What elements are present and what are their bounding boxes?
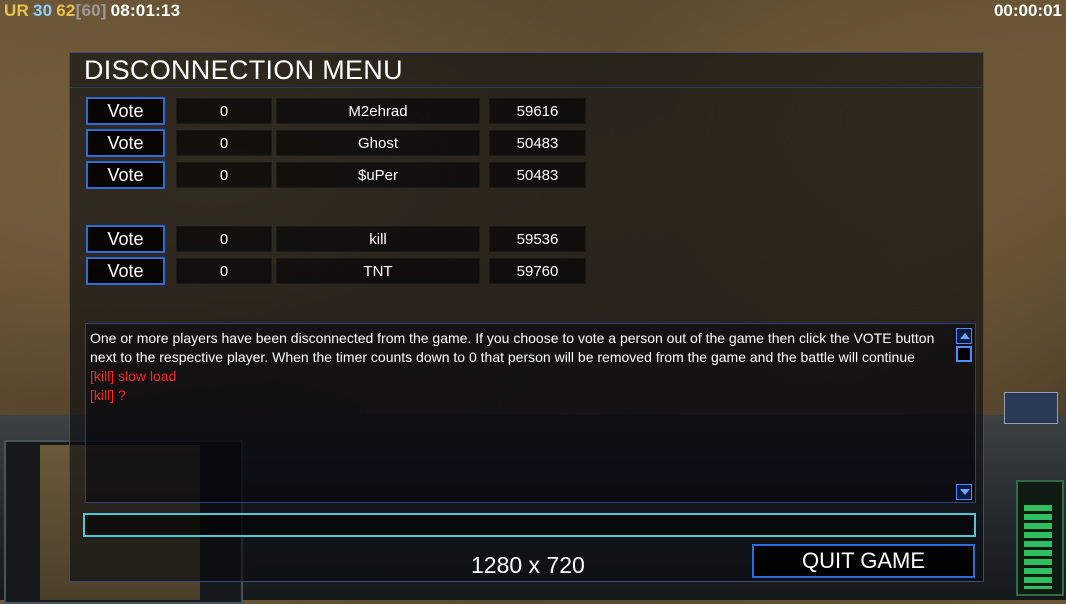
player-name: $uPer (276, 162, 480, 188)
hud-stats: UR 30 62[60] 08:01:13 (4, 1, 184, 21)
player-name: M2ehrad (276, 98, 480, 124)
disconnection-dialog: DISCONNECTION MENU Vote 0 M2ehrad 59616 … (69, 52, 984, 582)
scroll-thumb[interactable] (956, 346, 972, 362)
player-timer: 59760 (489, 258, 586, 284)
resolution-label: 1280 x 720 (471, 552, 585, 578)
player-timer: 50483 (489, 162, 586, 188)
chat-text: One or more players have been disconnect… (90, 329, 952, 405)
vote-button[interactable]: Vote (86, 129, 165, 157)
player-timer: 59616 (489, 98, 586, 124)
scroll-up-button[interactable] (956, 328, 972, 344)
power-bars (1024, 505, 1052, 589)
dialog-title: DISCONNECTION MENU (84, 55, 403, 85)
vote-count: 0 (176, 98, 272, 124)
quit-game-button[interactable]: QUIT GAME (752, 544, 975, 578)
satellite-icon (1004, 392, 1058, 424)
player-name: Ghost (276, 130, 480, 156)
hud-ur-label: UR (4, 1, 29, 20)
vote-button[interactable]: Vote (86, 257, 165, 285)
vote-count: 0 (176, 258, 272, 284)
vote-count: 0 (176, 226, 272, 252)
arrow-up-icon (960, 333, 970, 339)
chat-scrollbar[interactable] (956, 326, 973, 500)
player-timer: 50483 (489, 130, 586, 156)
hud-lag: 62 (56, 1, 76, 20)
vote-count: 0 (176, 130, 272, 156)
player-name: kill (276, 226, 480, 252)
hud-game-timer: 00:00:01 (993, 1, 1062, 20)
vote-button[interactable]: Vote (86, 97, 165, 125)
info-message: One or more players have been disconnect… (90, 330, 935, 365)
chat-input[interactable] (83, 513, 976, 537)
vote-count: 0 (176, 162, 272, 188)
title-divider (70, 87, 983, 88)
hud-lag-max: [60] (75, 1, 107, 20)
chat-message: [kill] ? (90, 387, 126, 403)
player-name: TNT (276, 258, 480, 284)
hud-fps: 30 (32, 1, 53, 20)
arrow-down-icon (960, 489, 970, 495)
vote-button[interactable]: Vote (86, 225, 165, 253)
chat-log[interactable]: One or more players have been disconnect… (85, 323, 976, 503)
scroll-down-button[interactable] (956, 484, 972, 500)
chat-message: [kill] slow load (90, 368, 177, 384)
hud-clock: 08:01:13 (110, 1, 181, 20)
player-timer: 59536 (489, 226, 586, 252)
vote-button[interactable]: Vote (86, 161, 165, 189)
